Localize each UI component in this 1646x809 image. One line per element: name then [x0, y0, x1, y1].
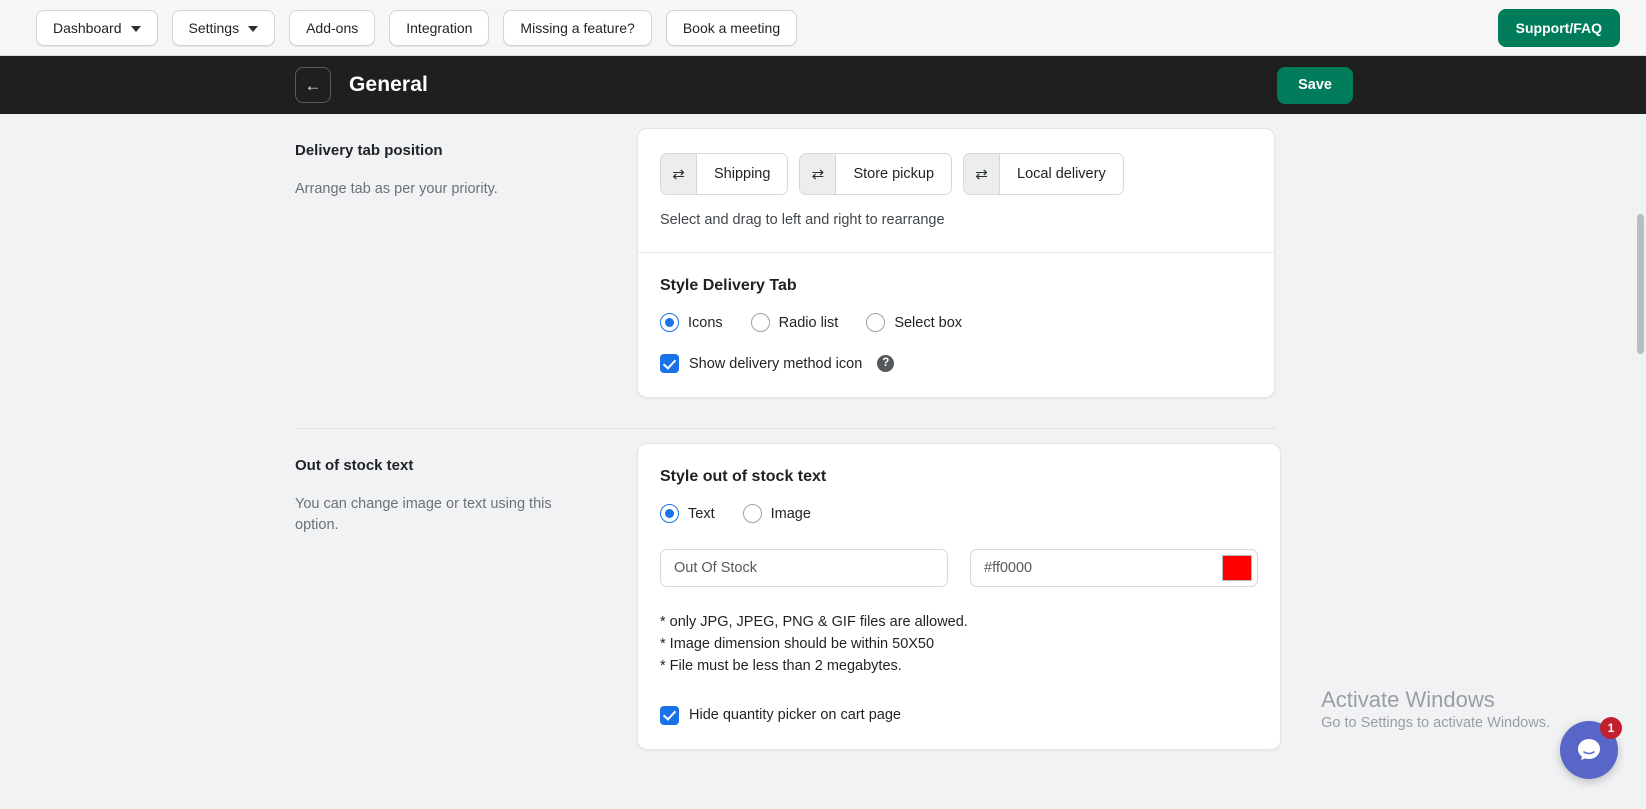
note-image-dimension: * Image dimension should be within 50X50 [660, 636, 935, 653]
radio-radio-list-label: Radio list [778, 314, 839, 331]
radio-option-radio-list[interactable]: Radio list [750, 313, 839, 332]
nav-integration-button[interactable]: Integration [389, 9, 490, 46]
radio-select-box-indicator[interactable] [866, 313, 886, 332]
delivery-tab-chip-shipping-label: Shipping [714, 166, 771, 182]
delivery-tab-chip-list: ⇄ Shipping ⇄ Store pickup ⇄ Local delive… [660, 153, 1252, 195]
radio-option-image[interactable]: Image [742, 504, 811, 523]
radio-radio-list-indicator[interactable] [750, 313, 770, 332]
section-delivery-description: Delivery tab position Arrange tab as per… [295, 114, 637, 398]
support-faq-button[interactable]: Support/FAQ [1497, 9, 1620, 47]
style-delivery-tab-title: Style Delivery Tab [660, 277, 797, 294]
radio-icons-label: Icons [688, 314, 723, 331]
delivery-tab-chip-local-delivery-label: Local delivery [1017, 166, 1106, 182]
chevron-down-icon [130, 25, 141, 32]
hide-quantity-picker-checkbox[interactable] [660, 705, 679, 725]
out-of-stock-input-row [660, 549, 1258, 587]
delivery-tab-chip-shipping[interactable]: ⇄ Shipping [660, 153, 789, 195]
out-of-stock-notes: * only JPG, JPEG, PNG & GIF files are al… [660, 611, 1258, 678]
radio-option-select-box[interactable]: Select box [866, 313, 962, 332]
nav-dashboard-label: Dashboard [53, 19, 122, 36]
style-out-of-stock-block: Style out of stock text Text Image Out O… [638, 444, 1280, 749]
delivery-tab-chip-store-pickup-label: Store pickup [853, 166, 935, 182]
section-delivery-tab-position: Delivery tab position Arrange tab as per… [0, 114, 1646, 398]
radio-option-icons[interactable]: Icons [660, 313, 723, 332]
page-header-bar: ← General Save [0, 56, 1646, 114]
out-of-stock-text-input[interactable] [660, 549, 948, 587]
section-delivery-controls: ⇄ Shipping ⇄ Store pickup ⇄ Local delive… [637, 114, 1275, 398]
out-of-stock-color-field [970, 549, 1258, 587]
drag-handle-icon[interactable]: ⇄ [661, 154, 697, 194]
show-delivery-method-icon-checkbox[interactable] [660, 354, 679, 373]
radio-image-indicator[interactable] [742, 504, 762, 523]
hide-quantity-picker-row: Hide quantity picker on cart page [660, 705, 1258, 725]
nav-integration-label: Integration [406, 19, 473, 36]
out-of-stock-card: Style out of stock text Text Image Out O… [637, 443, 1281, 750]
drag-handle-icon[interactable]: ⇄ [800, 154, 837, 194]
nav-book-meeting-button[interactable]: Book a meeting [665, 9, 798, 46]
delivery-tab-position-description: Arrange tab as per your priority. [295, 181, 498, 197]
page-scrollbar-track[interactable] [1635, 114, 1646, 809]
support-faq-label: Support/FAQ [1515, 20, 1602, 36]
radio-option-text[interactable]: Text [660, 504, 715, 523]
hide-quantity-picker-label: Hide quantity picker on cart page [689, 707, 901, 724]
note-allowed-file-types: * only JPG, JPEG, PNG & GIF files are al… [660, 614, 968, 630]
top-navigation-bar: Dashboard Settings Add-ons Integration M… [0, 0, 1646, 56]
page-title: General [349, 73, 428, 96]
out-of-stock-description: You can change image or text using this … [295, 496, 552, 534]
note-file-size: * File must be less than 2 megabytes. [660, 658, 902, 675]
out-of-stock-heading: Out of stock text [295, 457, 414, 474]
chevron-down-icon [248, 25, 259, 32]
drag-rearrange-hint: Select and drag to left and right to rea… [660, 212, 945, 228]
nav-settings-button[interactable]: Settings [171, 9, 276, 46]
radio-text-indicator[interactable] [660, 504, 679, 523]
style-delivery-tab-radio-group: Icons Radio list Select box [660, 313, 1252, 332]
style-out-of-stock-title: Style out of stock text [660, 468, 827, 485]
nav-dashboard-button[interactable]: Dashboard [36, 9, 158, 46]
delivery-tab-position-heading: Delivery tab position [295, 142, 443, 159]
delivery-tab-chip-store-pickup[interactable]: ⇄ Store pickup [799, 153, 953, 195]
arrow-left-icon: ← [304, 75, 322, 95]
radio-icons-indicator[interactable] [660, 313, 679, 332]
out-of-stock-radio-group: Text Image [660, 504, 1258, 523]
nav-book-meeting-label: Book a meeting [682, 19, 781, 36]
settings-content-area: Delivery tab position Arrange tab as per… [0, 114, 1646, 809]
delivery-tab-chip-local-delivery[interactable]: ⇄ Local delivery [963, 153, 1124, 195]
show-delivery-method-icon-label: Show delivery method icon [689, 355, 863, 372]
section-out-of-stock-description: Out of stock text You can change image o… [295, 429, 637, 750]
nav-settings-label: Settings [188, 19, 240, 36]
radio-text-label: Text [688, 505, 715, 522]
back-button[interactable]: ← [295, 67, 331, 103]
nav-missing-feature-button[interactable]: Missing a feature? [503, 9, 652, 46]
radio-select-box-label: Select box [894, 314, 963, 331]
chat-bubble-icon [1578, 739, 1600, 760]
nav-add-ons-button[interactable]: Add-ons [289, 9, 376, 46]
color-swatch[interactable] [1222, 555, 1252, 581]
delivery-tab-card: ⇄ Shipping ⇄ Store pickup ⇄ Local delive… [637, 128, 1275, 398]
section-out-of-stock-controls: Style out of stock text Text Image Out O… [637, 429, 1281, 750]
chat-unread-badge[interactable]: 1 [1600, 717, 1622, 739]
out-of-stock-color-input[interactable] [971, 550, 1222, 586]
drag-handle-icon[interactable]: ⇄ [964, 154, 1001, 194]
radio-image-label: Image [770, 505, 811, 522]
delivery-tab-order-block: ⇄ Shipping ⇄ Store pickup ⇄ Local delive… [638, 129, 1274, 252]
nav-missing-feature-label: Missing a feature? [520, 19, 635, 36]
help-circle-icon[interactable]: ? [877, 355, 895, 372]
nav-add-ons-label: Add-ons [306, 19, 359, 36]
style-delivery-tab-block: Style Delivery Tab Icons Radio list Sele… [638, 252, 1274, 397]
show-delivery-method-icon-row: Show delivery method icon ? [660, 354, 1252, 373]
save-button[interactable]: Save [1277, 66, 1353, 104]
top-nav-button-group: Dashboard Settings Add-ons Integration M… [36, 9, 798, 46]
page-scrollbar-thumb[interactable] [1637, 214, 1644, 354]
section-out-of-stock-text: Out of stock text You can change image o… [0, 429, 1646, 750]
